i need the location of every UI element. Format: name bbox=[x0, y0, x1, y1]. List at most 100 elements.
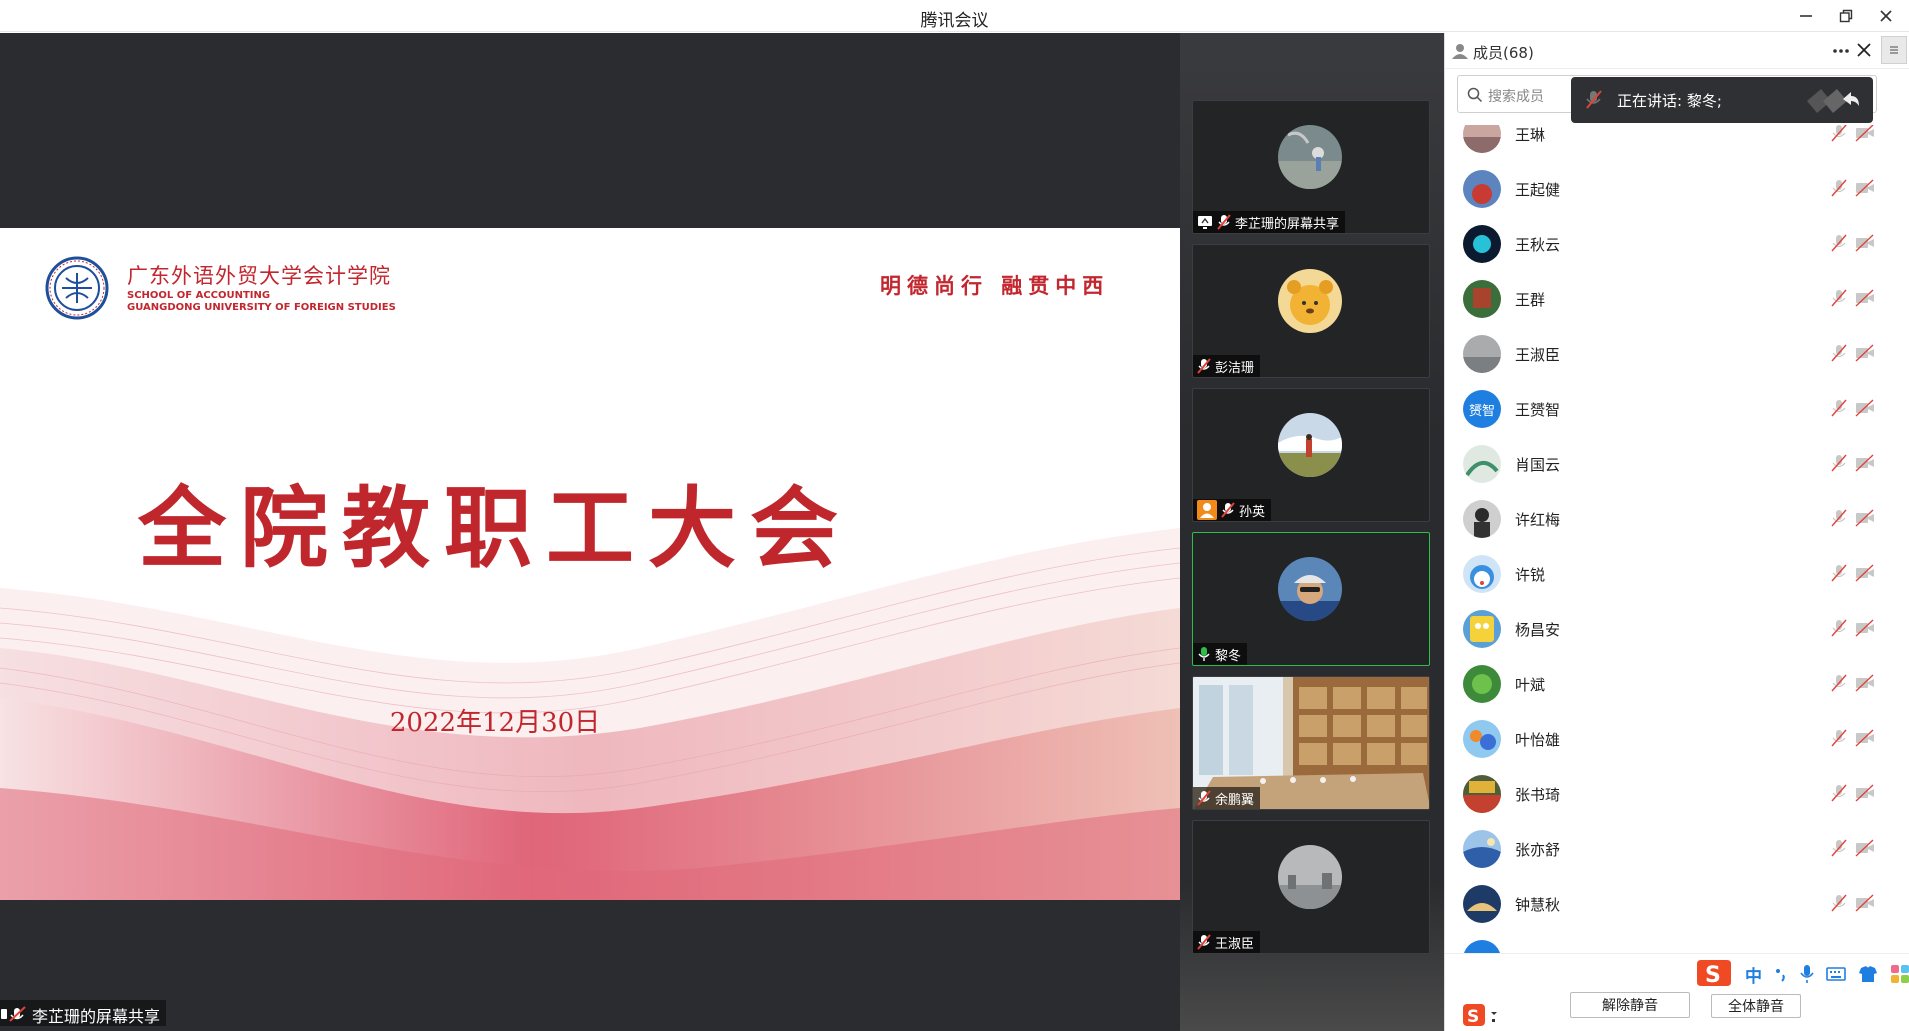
muted-mic-icon[interactable] bbox=[1829, 509, 1849, 527]
muted-mic-icon bbox=[1, 1005, 26, 1022]
muted-mic-icon[interactable] bbox=[1829, 674, 1849, 692]
participant-avatar bbox=[1278, 125, 1342, 189]
member-row[interactable]: 许锐 bbox=[1445, 546, 1909, 601]
keyboard-icon bbox=[1826, 967, 1846, 981]
shared-screen-stage[interactable]: 广东外语外贸大学会计学院 SCHOOL OF ACCOUNTING GUANGD… bbox=[0, 33, 1180, 1031]
member-name: 许红梅 bbox=[1515, 511, 1561, 529]
sogou-status-icon[interactable]: S bbox=[1461, 1002, 1499, 1030]
video-off-icon[interactable] bbox=[1855, 894, 1875, 912]
muted-mic-icon[interactable] bbox=[1829, 564, 1849, 582]
muted-mic-icon[interactable] bbox=[1829, 729, 1849, 747]
video-off-icon[interactable] bbox=[1855, 179, 1875, 197]
member-name: 张书琦 bbox=[1515, 786, 1561, 804]
speaking-actions-icon[interactable] bbox=[1803, 85, 1863, 115]
video-off-icon[interactable] bbox=[1855, 564, 1875, 582]
video-off-icon[interactable] bbox=[1855, 344, 1875, 362]
video-tile[interactable]: 孙英 bbox=[1192, 388, 1430, 522]
member-row[interactable]: 张亦舒 bbox=[1445, 821, 1909, 876]
restore-button[interactable] bbox=[1829, 2, 1863, 30]
member-row[interactable]: 张书琦 bbox=[1445, 766, 1909, 821]
member-name: 叶怡雄 bbox=[1515, 731, 1561, 749]
school-motto: 明德尚行 融贯中西 bbox=[880, 274, 1110, 298]
member-avatar bbox=[1463, 555, 1501, 593]
video-tile-active-speaker[interactable]: 黎冬 bbox=[1192, 532, 1430, 666]
member-row[interactable]: 王琳 bbox=[1445, 125, 1909, 161]
tile-name: 黎冬 bbox=[1215, 648, 1242, 664]
member-avatar bbox=[1463, 500, 1501, 538]
input-method-toolbar[interactable]: S 中 bbox=[1685, 954, 1909, 994]
member-avatar bbox=[1463, 170, 1501, 208]
member-row[interactable]: 叶怡雄 bbox=[1445, 711, 1909, 766]
member-row[interactable]: 钟慧秋 bbox=[1445, 876, 1909, 931]
video-off-icon[interactable] bbox=[1855, 729, 1875, 747]
member-row[interactable]: 赟智 王赟智 bbox=[1445, 381, 1909, 436]
video-tile[interactable]: 王淑臣 bbox=[1192, 820, 1430, 954]
speaking-indicator: 正在讲话: 黎冬; bbox=[1571, 77, 1873, 123]
member-list[interactable]: 王琳 王起健 王秋云 王群 王淑臣 赟智 王赟智 肖国云 许红梅 许锐 杨昌安 … bbox=[1445, 125, 1909, 975]
video-off-icon[interactable] bbox=[1855, 619, 1875, 637]
video-tile[interactable]: 余鹏翼 bbox=[1192, 676, 1430, 810]
video-off-icon[interactable] bbox=[1855, 509, 1875, 527]
muted-mic-icon[interactable] bbox=[1829, 289, 1849, 307]
muted-mic-icon[interactable] bbox=[1829, 784, 1849, 802]
tile-label: 彭洁珊 bbox=[1193, 355, 1261, 377]
panel-menu-button[interactable] bbox=[1881, 36, 1907, 64]
restore-icon bbox=[1839, 9, 1853, 23]
speaking-text: 正在讲话: 黎冬; bbox=[1617, 92, 1722, 110]
mic-on-icon bbox=[1198, 647, 1210, 661]
member-avatar bbox=[1463, 610, 1501, 648]
members-icon bbox=[1452, 44, 1468, 59]
participant-avatar bbox=[1278, 557, 1342, 621]
video-off-icon[interactable] bbox=[1855, 399, 1875, 417]
muted-mic-icon[interactable] bbox=[1829, 125, 1849, 142]
video-off-icon[interactable] bbox=[1855, 674, 1875, 692]
member-row[interactable]: 肖国云 bbox=[1445, 436, 1909, 491]
video-off-icon[interactable] bbox=[1855, 289, 1875, 307]
muted-mic-icon[interactable] bbox=[1829, 619, 1849, 637]
more-icon bbox=[1833, 49, 1849, 53]
muted-mic-icon bbox=[1221, 502, 1235, 518]
presentation-slide: 广东外语外贸大学会计学院 SCHOOL OF ACCOUNTING GUANGD… bbox=[0, 228, 1180, 900]
mute-all-button[interactable]: 全体静音 bbox=[1711, 994, 1801, 1018]
search-icon bbox=[1467, 87, 1483, 103]
video-off-icon[interactable] bbox=[1855, 839, 1875, 857]
video-tile[interactable]: 彭洁珊 bbox=[1192, 244, 1430, 378]
muted-mic-icon[interactable] bbox=[1829, 399, 1849, 417]
more-options-button[interactable] bbox=[1831, 37, 1853, 63]
video-off-icon[interactable] bbox=[1855, 784, 1875, 802]
member-avatar bbox=[1463, 125, 1501, 153]
member-row[interactable]: 王起健 bbox=[1445, 161, 1909, 216]
muted-mic-icon[interactable] bbox=[1829, 839, 1849, 857]
member-name: 叶斌 bbox=[1515, 676, 1546, 694]
close-button[interactable] bbox=[1869, 2, 1903, 30]
member-row[interactable]: 王群 bbox=[1445, 271, 1909, 326]
muted-mic-icon[interactable] bbox=[1829, 894, 1849, 912]
member-name: 王起健 bbox=[1515, 181, 1561, 199]
member-avatar bbox=[1463, 720, 1501, 758]
members-panel: 成员(68) 搜索成员 正在讲话: 黎冬; 王琳 王起健 王秋云 王群 王淑臣 … bbox=[1444, 33, 1909, 1031]
video-tile[interactable]: 李芷珊的屏幕共享 bbox=[1192, 100, 1430, 234]
skin-icon bbox=[1859, 966, 1877, 982]
ime-language-label: 中 bbox=[1745, 966, 1762, 987]
slide-headline: 全院教职工大会 bbox=[137, 476, 852, 580]
muted-mic-icon[interactable] bbox=[1829, 179, 1849, 197]
muted-mic-icon[interactable] bbox=[1829, 234, 1849, 252]
video-off-icon[interactable] bbox=[1855, 234, 1875, 252]
menu-icon bbox=[1890, 46, 1898, 54]
member-name: 王群 bbox=[1515, 291, 1546, 309]
member-row[interactable]: 王淑臣 bbox=[1445, 326, 1909, 381]
member-row[interactable]: 王秋云 bbox=[1445, 216, 1909, 271]
unmute-button[interactable]: 解除静音 bbox=[1570, 992, 1690, 1018]
member-row[interactable]: 许红梅 bbox=[1445, 491, 1909, 546]
muted-mic-icon[interactable] bbox=[1829, 454, 1849, 472]
tile-label: 王淑臣 bbox=[1193, 931, 1261, 953]
member-name: 杨昌安 bbox=[1515, 621, 1561, 639]
muted-mic-icon[interactable] bbox=[1829, 344, 1849, 362]
member-row[interactable]: 叶斌 bbox=[1445, 656, 1909, 711]
member-avatar bbox=[1463, 445, 1501, 483]
video-off-icon[interactable] bbox=[1855, 454, 1875, 472]
minimize-button[interactable] bbox=[1789, 2, 1823, 30]
video-off-icon[interactable] bbox=[1855, 125, 1875, 142]
member-row[interactable]: 杨昌安 bbox=[1445, 601, 1909, 656]
close-panel-button[interactable] bbox=[1855, 41, 1875, 61]
